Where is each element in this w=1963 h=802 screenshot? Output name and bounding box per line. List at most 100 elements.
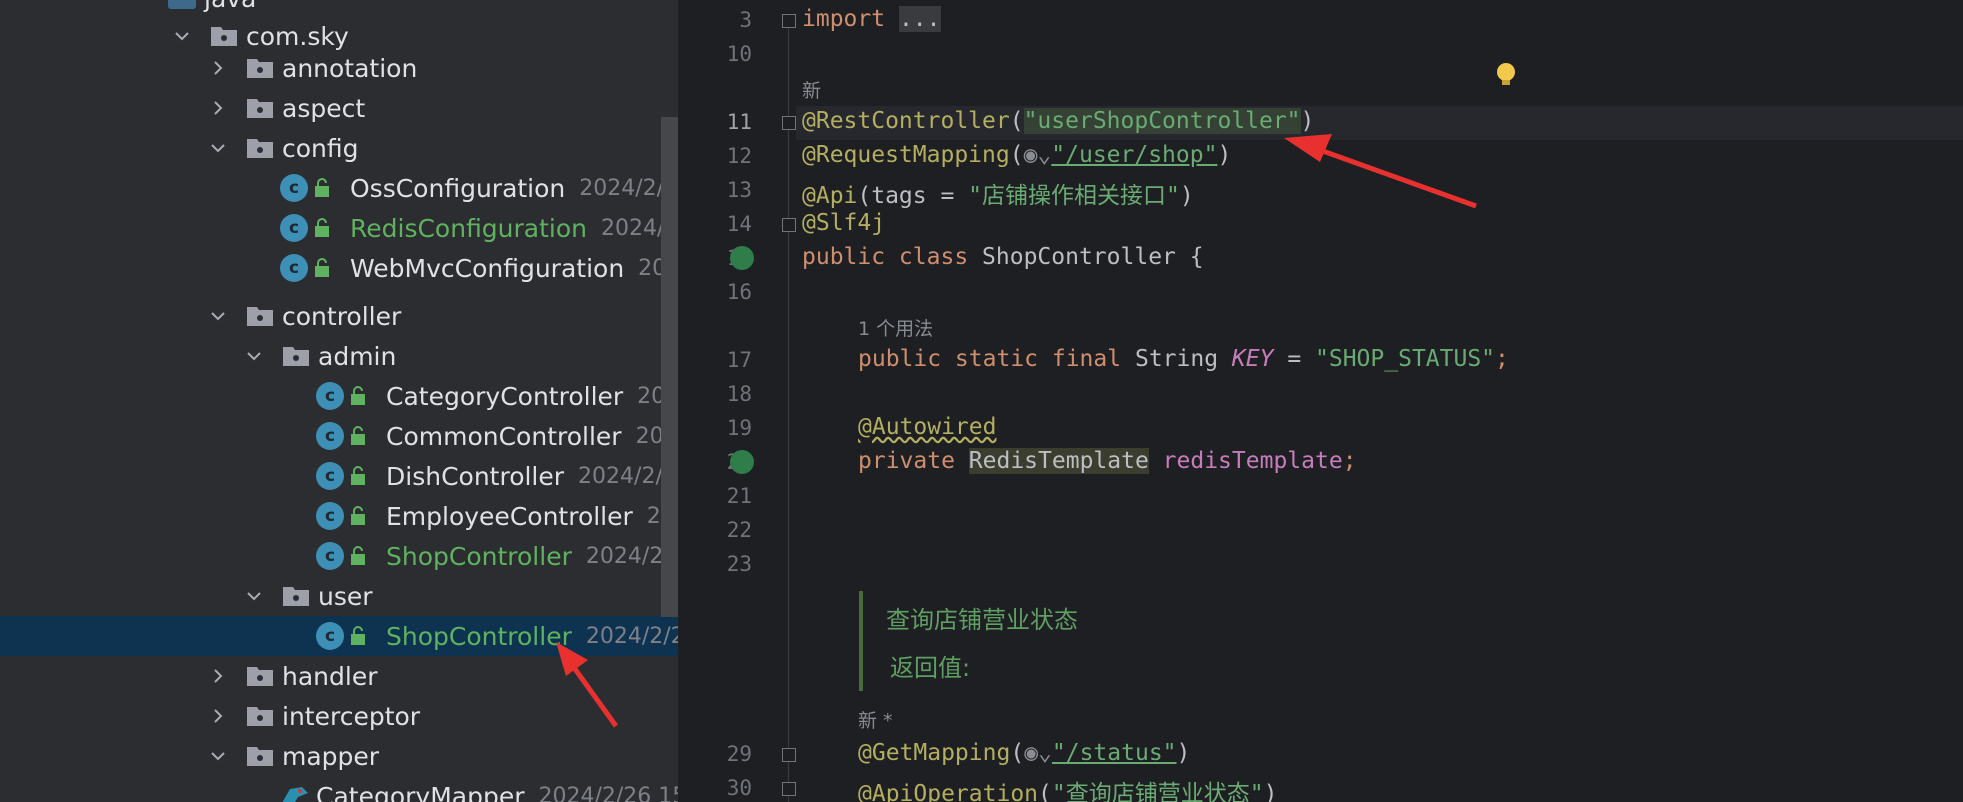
string-literal: "店铺操作相关接口" bbox=[968, 183, 1180, 209]
tree-item-aspect[interactable]: aspect bbox=[0, 88, 678, 128]
class-name: ShopController { bbox=[982, 244, 1204, 270]
code-line-30: @ApiOperation("查询店铺营业状态") bbox=[858, 774, 1277, 802]
tree-scrollbar[interactable] bbox=[661, 117, 678, 617]
fold-marker-icon[interactable] bbox=[782, 218, 796, 232]
tree-item-admin[interactable]: admin bbox=[0, 336, 678, 376]
tree-item-label: DishController bbox=[386, 461, 565, 491]
code-line-17: public static final String KEY = "SHOP_S… bbox=[858, 346, 1509, 372]
annotation-autowired: @Autowired bbox=[858, 414, 997, 440]
code-editor[interactable]: 3 10 11 12 13 14 15 16 17 18 19 20 21 22… bbox=[678, 0, 1963, 802]
string-literal: "查询店铺营业状态" bbox=[1051, 781, 1264, 802]
field-modifiers: public static final bbox=[858, 346, 1122, 372]
globe-icon[interactable]: ◉⌄ bbox=[1024, 142, 1052, 168]
line-number: 3 bbox=[739, 8, 752, 32]
lock-icon bbox=[351, 506, 365, 525]
tree-item-controller[interactable]: controller bbox=[0, 296, 678, 336]
package-folder-icon bbox=[283, 347, 309, 366]
code-line-20: private RedisTemplate redisTemplate; bbox=[858, 448, 1357, 474]
class-icon: c bbox=[316, 542, 344, 570]
import-keyword: import bbox=[802, 6, 886, 32]
annotation-api: @Api bbox=[802, 183, 858, 209]
line-number: 22 bbox=[726, 518, 752, 542]
tree-item-category-mapper[interactable]: CategoryMapper 2024/2/26 15:0 bbox=[0, 776, 678, 802]
code-text: = bbox=[1273, 346, 1316, 372]
fold-marker-icon[interactable] bbox=[782, 782, 796, 796]
field-name: redisTemplate bbox=[1162, 448, 1343, 474]
class-icon: c bbox=[280, 174, 308, 202]
tree-item-label: admin bbox=[318, 341, 397, 371]
tree-item-annotation[interactable]: annotation bbox=[0, 48, 678, 88]
lock-icon bbox=[315, 258, 329, 277]
lock-icon bbox=[315, 218, 329, 237]
chevron-down-icon[interactable] bbox=[244, 346, 264, 366]
lock-icon bbox=[351, 546, 365, 565]
class-icon: c bbox=[316, 422, 344, 450]
tree-item-redis-configuration[interactable]: c RedisConfiguration 2024/2/2 bbox=[0, 208, 678, 248]
fold-marker-icon[interactable] bbox=[782, 748, 796, 762]
class-icon: c bbox=[316, 622, 344, 650]
tree-item-category-controller[interactable]: c CategoryController 2023/ bbox=[0, 376, 678, 416]
tree-item-employee-controller[interactable]: c EmployeeController 2024 bbox=[0, 496, 678, 536]
line-number: 21 bbox=[726, 484, 752, 508]
code-text: (tags = bbox=[857, 183, 969, 209]
code-line-14: @Slf4j bbox=[802, 210, 885, 236]
tree-item-label: aspect bbox=[282, 93, 366, 123]
annotation-slf4j: @Slf4j bbox=[802, 210, 886, 236]
tree-item-mapper[interactable]: mapper bbox=[0, 736, 678, 776]
tree-item-label: CategoryMapper bbox=[316, 781, 525, 802]
fold-marker-icon[interactable] bbox=[782, 116, 796, 130]
inlay-hint-usages[interactable]: 1 个用法 bbox=[858, 314, 933, 341]
code-line-3: import ... bbox=[802, 6, 941, 32]
fold-marker-icon[interactable] bbox=[782, 14, 796, 28]
tree-item-config[interactable]: config bbox=[0, 128, 678, 168]
line-number: 11 bbox=[726, 110, 752, 134]
chevron-down-icon[interactable] bbox=[244, 586, 264, 606]
spring-autowire-icon[interactable] bbox=[730, 450, 754, 474]
spring-bean-icon[interactable] bbox=[730, 246, 754, 270]
folded-imports[interactable]: ... bbox=[898, 6, 941, 32]
folder-icon bbox=[168, 0, 196, 9]
chevron-right-icon[interactable] bbox=[208, 58, 228, 78]
chevron-right-icon[interactable] bbox=[208, 706, 228, 726]
tree-item-label: com.sky bbox=[246, 21, 349, 51]
tree-item-label: java bbox=[204, 0, 256, 13]
doc-comment-bar bbox=[859, 591, 863, 691]
line-number: 30 bbox=[726, 776, 752, 800]
chevron-down-icon[interactable] bbox=[208, 138, 228, 158]
tree-item-user[interactable]: user bbox=[0, 576, 678, 616]
chevron-right-icon[interactable] bbox=[208, 666, 228, 686]
package-folder-icon bbox=[247, 747, 273, 766]
doc-comment-title: 查询店铺营业状态 bbox=[886, 606, 1078, 634]
chevron-down-icon[interactable] bbox=[172, 26, 192, 46]
package-folder-icon bbox=[247, 59, 273, 78]
line-number: 18 bbox=[726, 382, 752, 406]
editor-gutter: 3 10 11 12 13 14 15 16 17 18 19 20 21 22… bbox=[678, 0, 788, 802]
tree-item-webmvc-configuration[interactable]: c WebMvcConfiguration 2024/ bbox=[0, 248, 678, 288]
tree-item-label: config bbox=[282, 133, 359, 163]
lightbulb-icon[interactable] bbox=[1495, 62, 1517, 88]
tree-item-label: interceptor bbox=[282, 701, 421, 731]
tree-item-label: CategoryController bbox=[386, 381, 624, 411]
tree-item-oss-configuration[interactable]: c OssConfiguration 2024/2/26 bbox=[0, 168, 678, 208]
package-folder-icon bbox=[247, 307, 273, 326]
line-number: 12 bbox=[726, 144, 752, 168]
tree-item-label: ShopController bbox=[386, 541, 572, 571]
line-number: 16 bbox=[726, 280, 752, 304]
private-keyword: private bbox=[858, 448, 955, 474]
chevron-down-icon[interactable] bbox=[208, 746, 228, 766]
class-icon: c bbox=[280, 254, 308, 282]
globe-icon[interactable]: ◉⌄ bbox=[1024, 740, 1052, 766]
tree-item-label: user bbox=[318, 581, 373, 611]
tree-item-dish-controller[interactable]: c DishController 2024/2/27 bbox=[0, 456, 678, 496]
line-number: 29 bbox=[726, 742, 752, 766]
string-literal-url[interactable]: "/user/shop" bbox=[1051, 142, 1217, 168]
code-line-29: @GetMapping(◉⌄"/status") bbox=[858, 740, 1191, 766]
package-folder-icon bbox=[247, 667, 273, 686]
string-literal-url[interactable]: "/status" bbox=[1052, 740, 1177, 766]
class-icon: c bbox=[316, 502, 344, 530]
chevron-right-icon[interactable] bbox=[208, 98, 228, 118]
chevron-down-icon[interactable] bbox=[208, 306, 228, 326]
tree-item-admin-shop-controller[interactable]: c ShopController 2024/2/27 bbox=[0, 536, 678, 576]
code-line-13: @Api(tags = "店铺操作相关接口") bbox=[802, 183, 1194, 209]
tree-item-common-controller[interactable]: c CommonController 2024/ bbox=[0, 416, 678, 456]
